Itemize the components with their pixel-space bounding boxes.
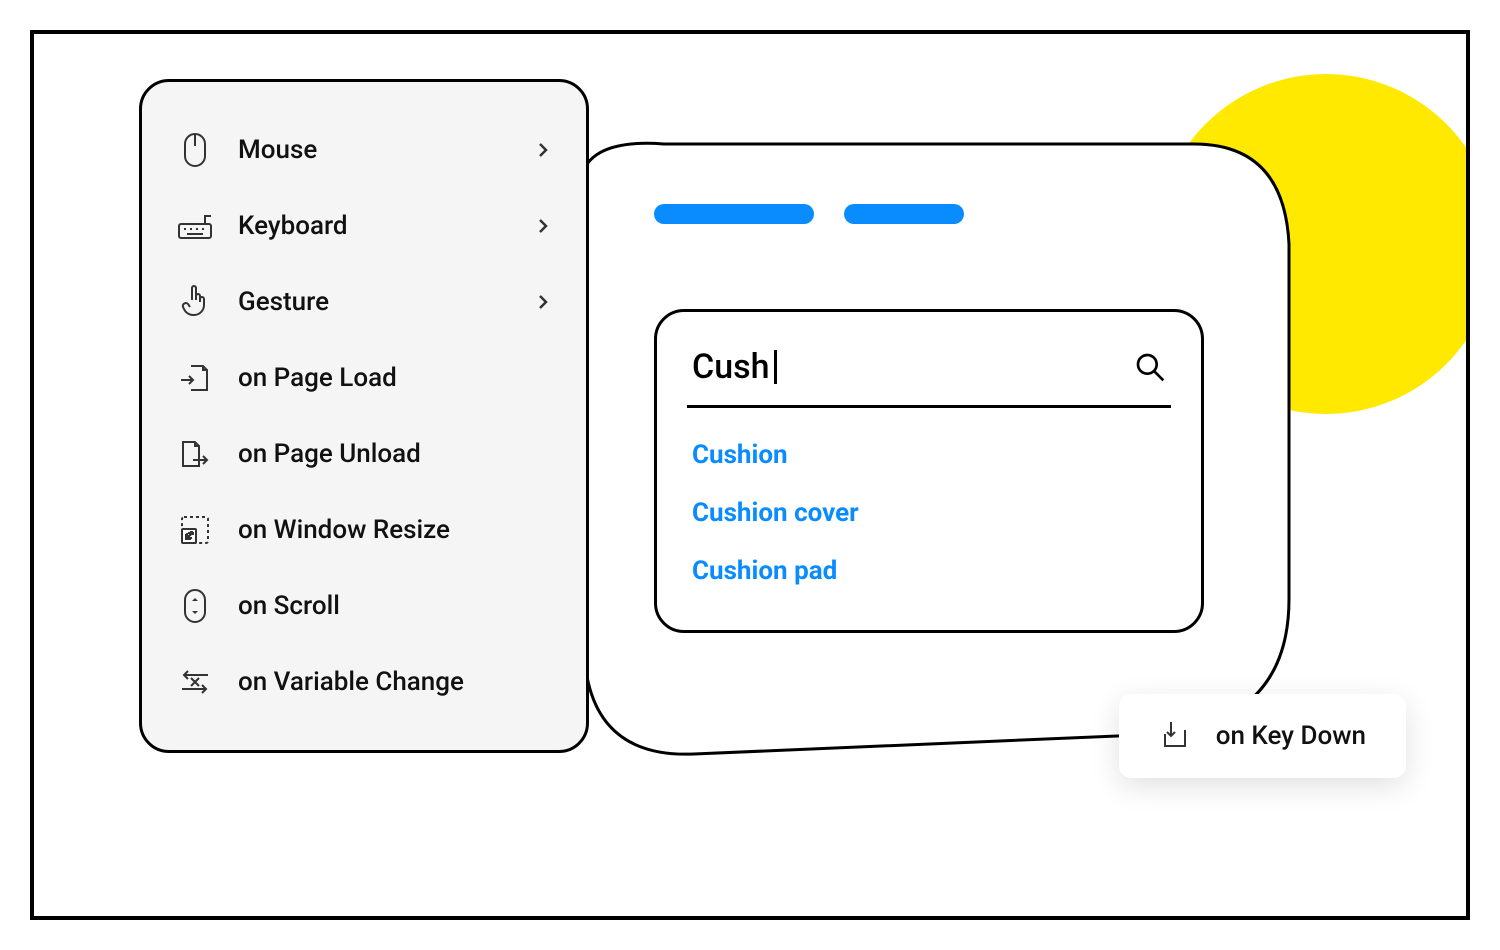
- search-icon[interactable]: [1134, 351, 1166, 383]
- menu-item-keyboard[interactable]: Keyboard: [162, 188, 566, 264]
- mouse-icon: [177, 132, 213, 168]
- browser-window: Cush Cushion Cushion cover Cushion pad: [544, 129, 1314, 769]
- menu-item-window-resize[interactable]: on Window Resize: [162, 492, 566, 568]
- header-placeholder-pills: [654, 204, 1274, 224]
- illustration-frame: Cush Cushion Cushion cover Cushion pad: [30, 30, 1470, 920]
- page-unload-icon: [177, 436, 213, 472]
- menu-item-variable-change[interactable]: on Variable Change: [162, 644, 566, 720]
- window-resize-icon: [177, 512, 213, 548]
- text-cursor: [774, 350, 777, 384]
- search-input-text[interactable]: Cush: [692, 347, 1124, 387]
- menu-item-scroll[interactable]: on Scroll: [162, 568, 566, 644]
- menu-item-page-load[interactable]: on Page Load: [162, 340, 566, 416]
- events-menu: Mouse Keyboard: [139, 79, 589, 753]
- event-chip-key-down[interactable]: on Key Down: [1119, 694, 1406, 778]
- key-down-icon: [1159, 720, 1191, 752]
- chevron-right-icon: [535, 142, 551, 158]
- menu-item-label: Keyboard: [238, 211, 510, 241]
- variable-change-icon: [177, 664, 213, 700]
- chevron-right-icon: [535, 218, 551, 234]
- suggestion-item[interactable]: Cushion pad: [687, 542, 1171, 600]
- search-input[interactable]: Cush: [687, 337, 1171, 408]
- menu-item-label: on Window Resize: [238, 515, 551, 545]
- suggestion-item[interactable]: Cushion: [687, 426, 1171, 484]
- placeholder-pill: [654, 204, 814, 224]
- search-autocomplete-card: Cush Cushion Cushion cover Cushion pad: [654, 309, 1204, 633]
- menu-item-label: Mouse: [238, 135, 510, 165]
- suggestion-list: Cushion Cushion cover Cushion pad: [687, 408, 1171, 600]
- menu-item-label: on Variable Change: [238, 667, 551, 697]
- suggestion-item[interactable]: Cushion cover: [687, 484, 1171, 542]
- chevron-right-icon: [535, 294, 551, 310]
- menu-item-label: on Page Load: [238, 363, 551, 393]
- placeholder-pill: [844, 204, 964, 224]
- menu-item-label: Gesture: [238, 287, 510, 317]
- menu-item-mouse[interactable]: Mouse: [162, 112, 566, 188]
- menu-item-gesture[interactable]: Gesture: [162, 264, 566, 340]
- menu-item-label: on Page Unload: [238, 439, 551, 469]
- event-chip-label: on Key Down: [1216, 721, 1366, 751]
- menu-item-page-unload[interactable]: on Page Unload: [162, 416, 566, 492]
- page-load-icon: [177, 360, 213, 396]
- menu-item-label: on Scroll: [238, 591, 551, 621]
- keyboard-icon: [177, 208, 213, 244]
- scroll-icon: [177, 588, 213, 624]
- gesture-icon: [177, 284, 213, 320]
